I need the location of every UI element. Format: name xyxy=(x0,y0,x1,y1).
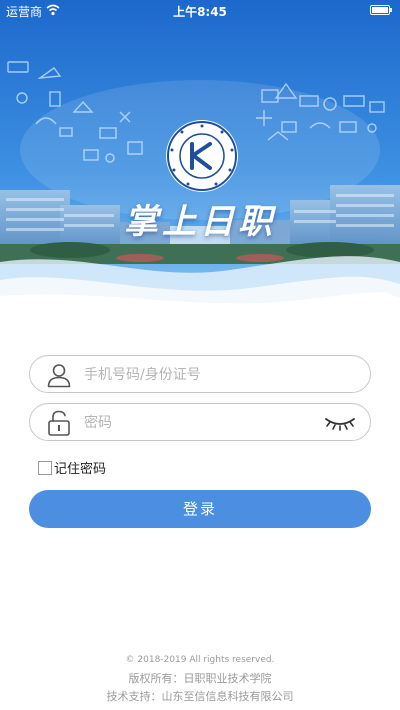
login-button[interactable]: 登录 xyxy=(29,490,371,528)
support-text: 技术支持：山东至信信息科技有限公司 xyxy=(106,690,294,703)
remember-password[interactable]: 记住密码 xyxy=(38,458,106,477)
status-bar: 运营商 上午8:45 xyxy=(0,0,400,22)
user-icon xyxy=(47,364,71,388)
clock: 上午8:45 xyxy=(173,5,227,19)
eye-closed-icon[interactable] xyxy=(324,413,356,433)
owner-text: 版权所有：日职职业技术学院 xyxy=(128,672,272,685)
remember-label: 记住密码 xyxy=(54,462,107,477)
lock-icon xyxy=(48,410,70,436)
battery-icon xyxy=(370,5,392,15)
remember-checkbox[interactable] xyxy=(38,460,52,475)
password-input[interactable] xyxy=(82,404,316,442)
phone-field[interactable] xyxy=(29,355,371,394)
app-title: 掌上日职 xyxy=(124,202,276,242)
password-field[interactable] xyxy=(29,403,371,442)
copyright-text: © 2018-2019 All rights reserved. xyxy=(125,655,275,665)
school-emblem-icon xyxy=(166,120,238,192)
hero-banner: 掌上日职 xyxy=(0,0,400,320)
phone-input[interactable] xyxy=(82,356,316,394)
